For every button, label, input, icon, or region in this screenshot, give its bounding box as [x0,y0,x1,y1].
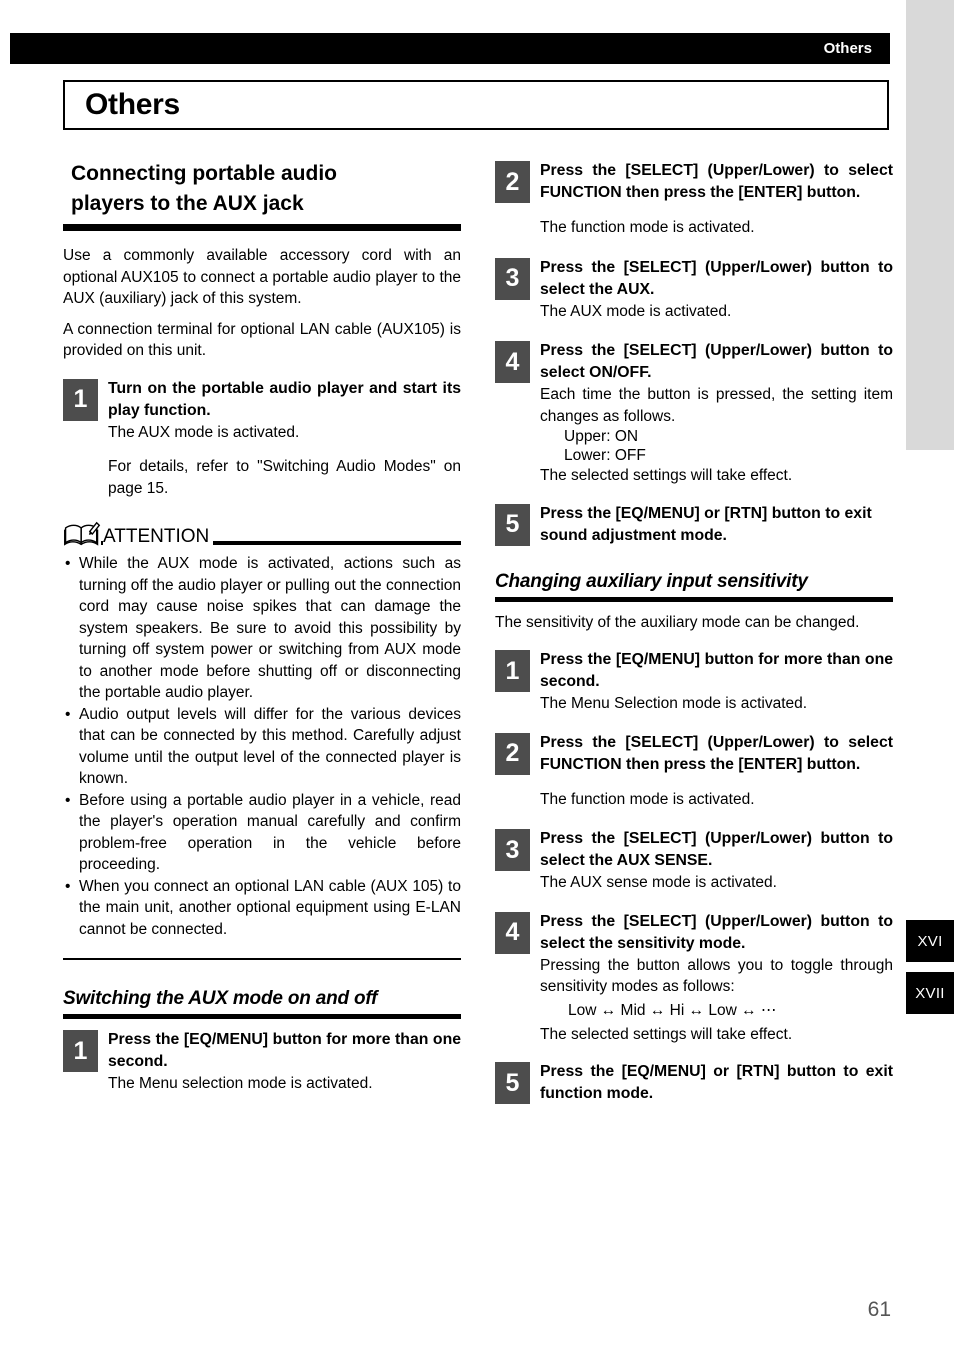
step-item: 3 Press the [SELECT] (Upper/Lower) butto… [495,828,893,894]
edge-tab-xvi[interactable]: XVI [906,920,954,962]
step-title: Press the [EQ/MENU] button for more than… [108,1031,461,1070]
section-heading-rule [63,224,461,231]
attention-bullet: Audio output levels will differ for the … [63,704,461,790]
step-description-secondary: The selected settings will take effect. [540,467,793,484]
step-title: Press the [SELECT] (Upper/Lower) to sele… [540,733,893,773]
step-description: The AUX mode is activated. [108,423,300,441]
section-heading-line2: players to the AUX jack [71,192,304,215]
step-title: Press the [EQ/MENU] or [RTN] button to e… [540,1063,893,1102]
step-option-lower: Lower: OFF [564,447,646,464]
step-item: 4 Press the [SELECT] (Upper/Lower) butto… [495,911,893,1046]
step-title: Press the [SELECT] (Upper/Lower) button … [540,912,893,952]
edge-tab-group: XVI XVII [906,920,954,1024]
step-item: 1 Press the [EQ/MENU] button for more th… [495,649,893,715]
step-title: Press the [EQ/MENU] or [RTN] button to e… [540,504,872,544]
open-book-pencil-icon [64,521,101,546]
subsection-heading-sensitivity: Changing auxiliary input sensitivity [495,570,808,592]
step-number-badge: 1 [495,650,530,692]
intro-paragraph-2: A connection terminal for optional LAN c… [63,320,461,360]
edge-tab-xvii[interactable]: XVII [906,972,954,1014]
step-description: Each time the button is pressed, the set… [540,386,893,425]
step-number-badge: 3 [495,257,530,300]
step-title: Press the [SELECT] (Upper/Lower) to sele… [540,162,893,201]
chapter-title-box: Others [63,80,889,130]
step-description: The Menu Selection mode is activated. [540,695,808,712]
step-title: Press the [EQ/MENU] button for more than… [540,651,893,690]
step-item: 5 Press the [EQ/MENU] or [RTN] button to… [495,503,893,547]
step-number-badge: 2 [495,161,530,203]
attention-header: ATTENTION [63,517,461,547]
step-number-badge: 5 [495,1062,530,1104]
sensitivity-intro: The sensitivity of the auxiliary mode ca… [495,613,860,631]
step-item: 1 Turn on the portable audio player and … [63,378,461,500]
step-item: 2 Press the [SELECT] (Upper/Lower) to se… [495,160,893,239]
step-description-secondary: The selected settings will take effect. [540,1025,793,1043]
step-number-badge: 1 [63,378,98,421]
right-column: 2 Press the [SELECT] (Upper/Lower) to se… [495,160,893,1119]
step-description: The Menu selection mode is activated. [108,1075,373,1092]
subsection-heading-rule [495,596,893,602]
chapter-title: Others [85,88,180,121]
step-item: 2 Press the [SELECT] (Upper/Lower) to se… [495,732,893,811]
step-number-badge: 1 [63,1030,98,1072]
subsection-heading-aux-switch: Switching the AUX mode on and off [63,988,378,1009]
attention-label: ATTENTION [103,526,214,547]
attention-bullet: When you connect an optional LAN cable (… [63,876,461,941]
attention-block: ATTENTION While the AUX mode is activate… [63,517,461,940]
page-number: 61 [867,1298,891,1321]
step-description: The AUX mode is activated. [540,302,732,320]
step-number-badge: 2 [495,732,530,775]
right-edge-gray-strip [906,0,954,450]
subsection-heading-rule [63,1014,461,1019]
step-description: The function mode is activated. [540,790,755,808]
step-title: Press the [SELECT] (Upper/Lower) button … [540,830,893,869]
sensitivity-sequence: Low ↔ Mid ↔ Hi ↔ Low ↔ ⋯ [568,1001,777,1019]
section-heading-line1: Connecting portable audio [71,162,337,185]
attention-bottom-divider [63,958,461,960]
step-number-badge: 4 [495,911,530,954]
running-head-bar: Others [10,33,890,64]
attention-bullet: Before using a portable audio player in … [63,790,461,876]
step-item: 1 Press the [EQ/MENU] button for more th… [63,1029,461,1095]
step-number-badge: 4 [495,341,530,383]
step-item: 4 Press the [SELECT] (Upper/Lower) butto… [495,340,893,487]
step-description-secondary: For details, refer to "Switching Audio M… [108,458,461,497]
left-column: Connecting portable audio players to the… [63,160,461,1109]
step-option-upper: Upper: ON [564,428,639,445]
section-heading: Connecting portable audio players to the… [63,160,461,218]
attention-bullet: While the AUX mode is activated, actions… [63,553,461,704]
step-description: Pressing the button allows you to toggle… [540,956,893,996]
step-title: Turn on the portable audio player and st… [108,379,461,419]
step-item: 5 Press the [EQ/MENU] or [RTN] button to… [495,1061,893,1105]
step-number-badge: 3 [495,829,530,871]
step-item: 3 Press the [SELECT] (Upper/Lower) butto… [495,257,893,323]
step-description: The AUX sense mode is activated. [540,874,777,891]
step-title: Press the [SELECT] (Upper/Lower) button … [540,258,893,298]
step-number-badge: 5 [495,503,530,546]
attention-bullet-list: While the AUX mode is activated, actions… [63,553,461,940]
intro-paragraph-1: Use a commonly available accessory cord … [63,247,461,307]
running-head-label: Others [823,40,872,57]
step-description: The function mode is activated. [540,219,755,236]
step-title: Press the [SELECT] (Upper/Lower) button … [540,342,893,381]
